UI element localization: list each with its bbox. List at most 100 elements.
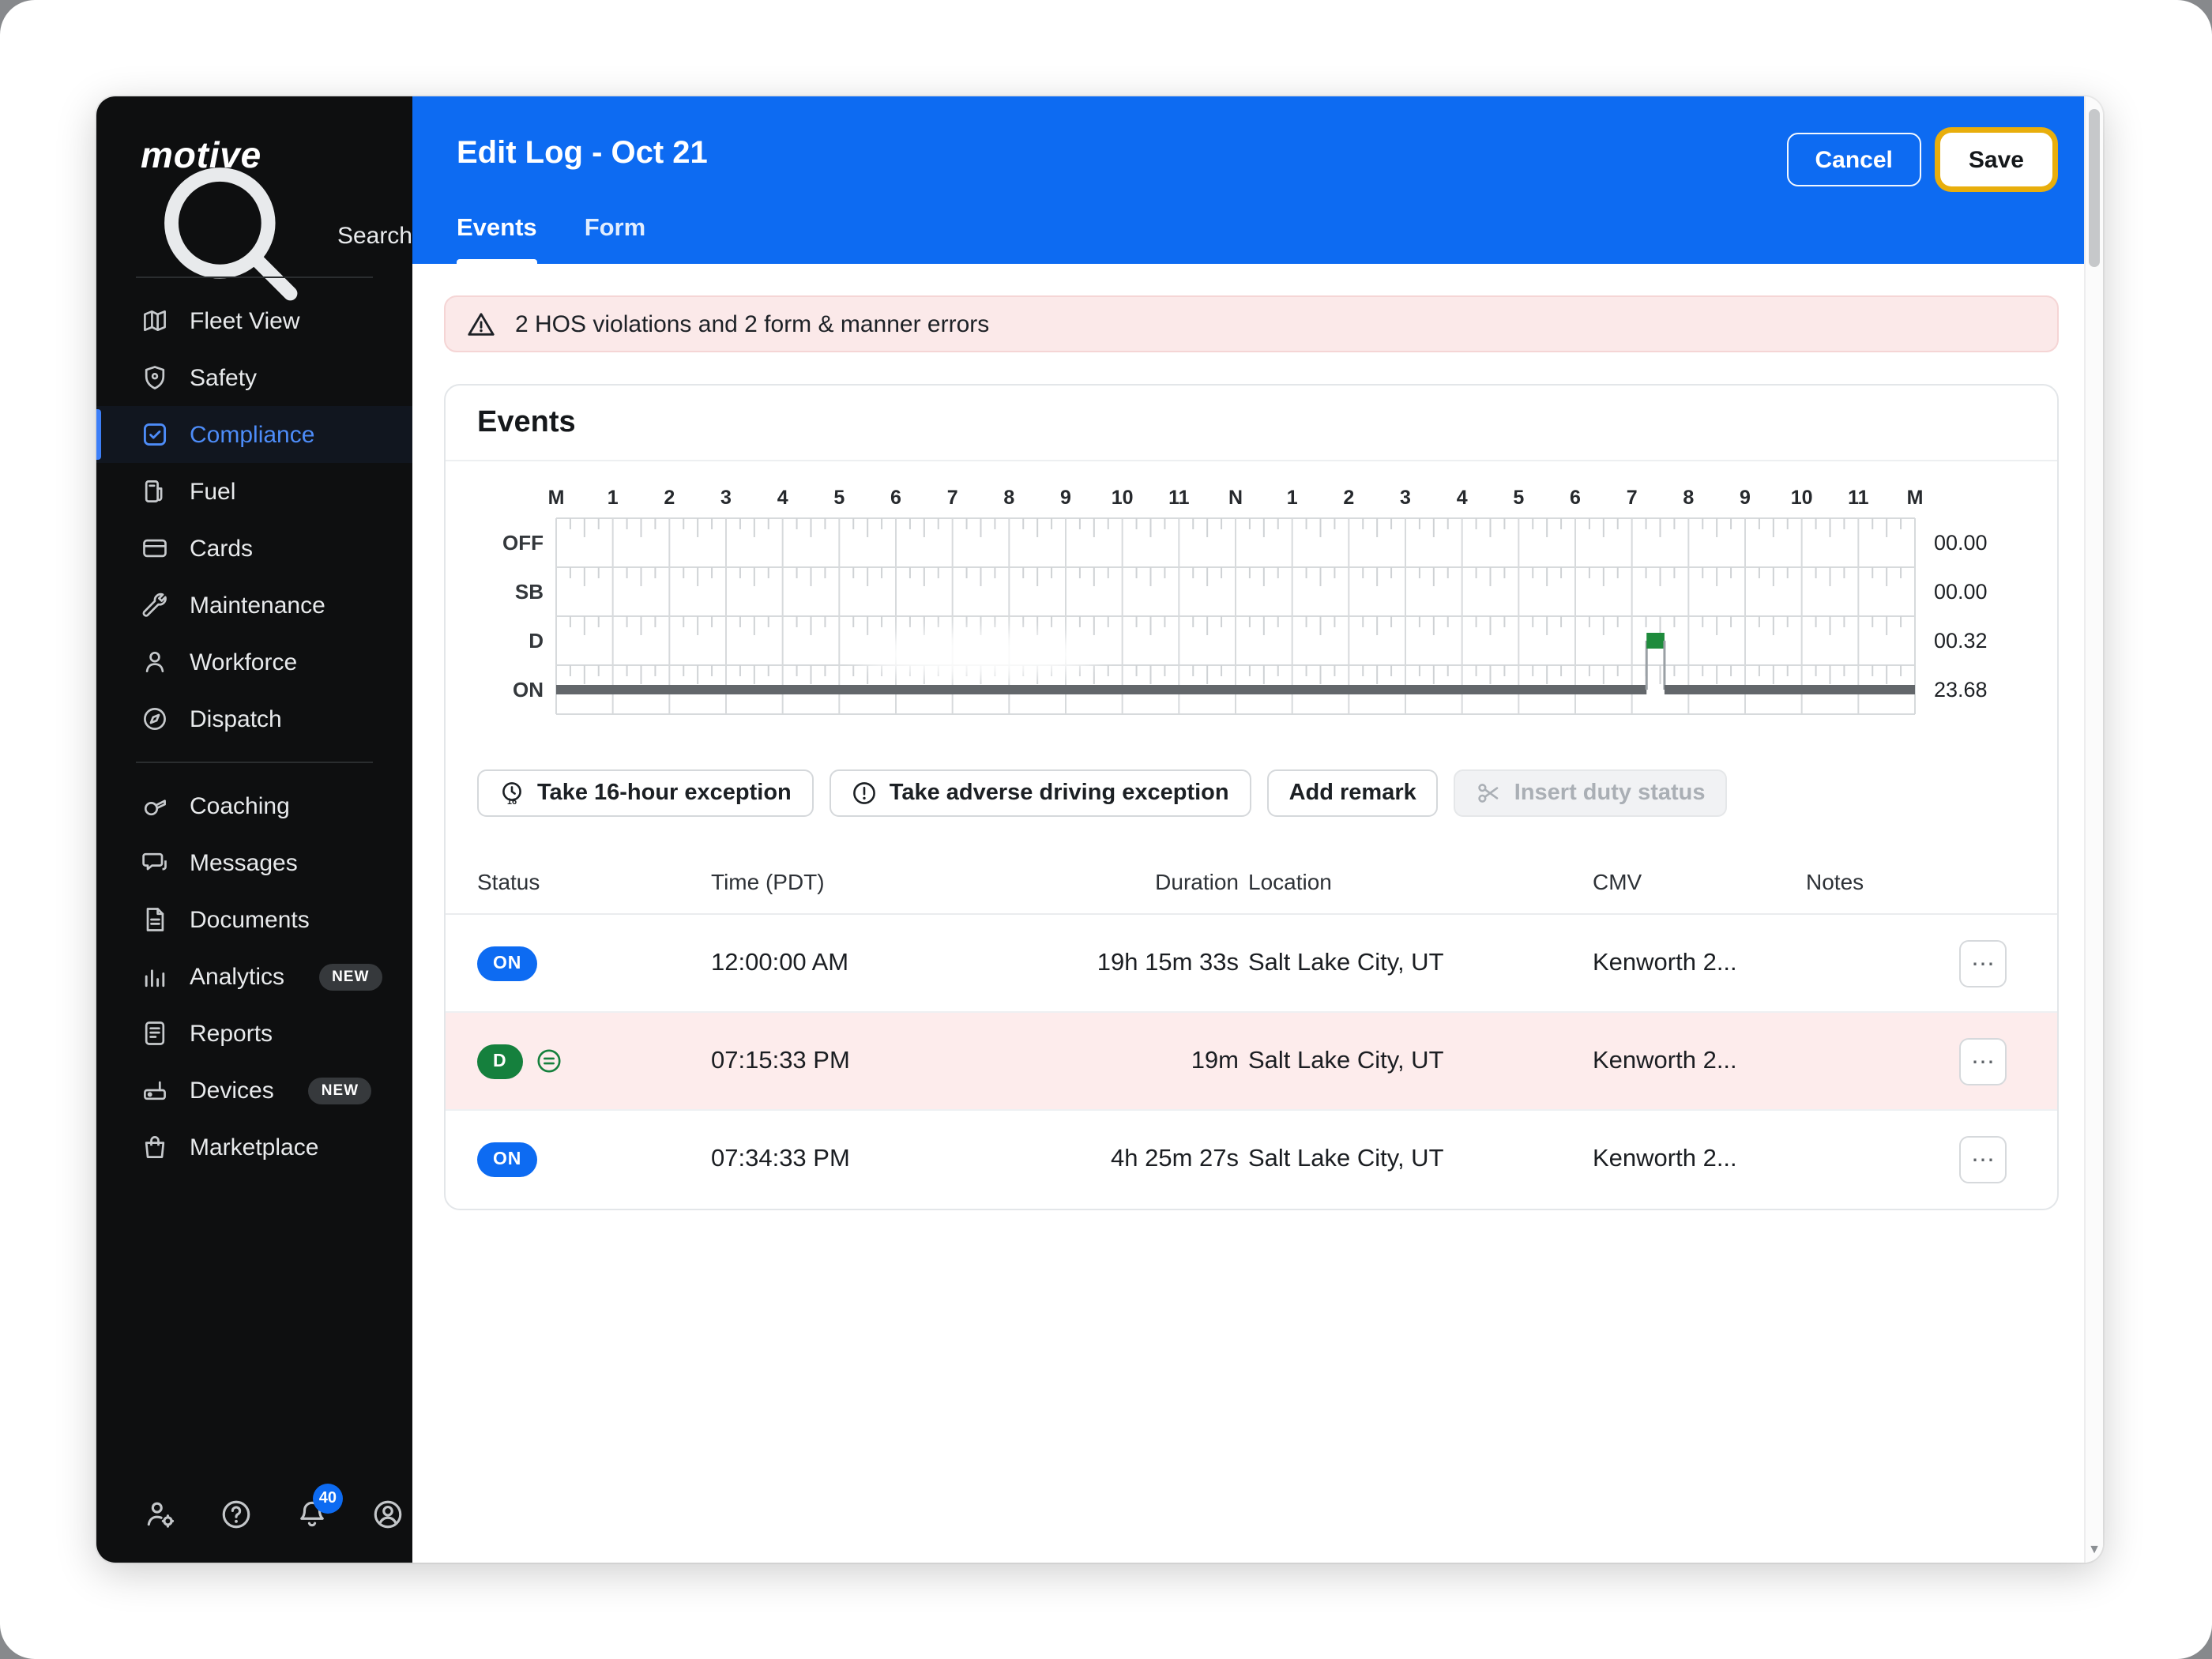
report-icon (141, 1019, 169, 1048)
sidebar-item-dispatch[interactable]: Dispatch (96, 690, 412, 747)
sidebar-item-cards[interactable]: Cards (96, 520, 412, 577)
svg-text:9: 9 (1740, 487, 1751, 509)
notifications-bell-icon[interactable]: 40 (295, 1484, 343, 1531)
sidebar: motive Search Fleet View Safety Complian… (96, 96, 412, 1563)
take-adverse-driving-exception-button[interactable]: Take adverse driving exception (829, 769, 1251, 817)
add-remark-button[interactable]: Add remark (1266, 769, 1439, 817)
wrench-icon (141, 591, 169, 619)
help-icon[interactable] (220, 1498, 253, 1531)
device-icon (141, 1076, 169, 1104)
sidebar-item-analytics[interactable]: Analytics NEW (96, 948, 412, 1005)
tab-events[interactable]: Events (457, 215, 537, 264)
location-cell: Salt Lake City, UT (1248, 949, 1444, 976)
svg-text:OFF: OFF (502, 531, 544, 555)
svg-text:9: 9 (1060, 487, 1071, 509)
clock-16-icon: 16 (499, 781, 525, 806)
document-icon (141, 905, 169, 934)
column-header-notes: Notes (1806, 868, 1864, 893)
admin-user-icon[interactable] (144, 1498, 177, 1531)
svg-text:1: 1 (608, 487, 619, 509)
sidebar-item-label: Fleet View (190, 307, 300, 334)
button-label: Take 16-hour exception (537, 781, 792, 806)
svg-text:3: 3 (720, 487, 732, 509)
duration-cell: 19m (1191, 1047, 1239, 1074)
app-window: motive Search Fleet View Safety Complian… (96, 96, 2103, 1563)
log-actions-row: 16 Take 16-hour exception Take adverse d… (446, 741, 2057, 848)
chat-bubbles-icon (141, 848, 169, 877)
sidebar-item-documents[interactable]: Documents (96, 891, 412, 948)
sidebar-item-safety[interactable]: Safety (96, 349, 412, 406)
sidebar-item-marketplace[interactable]: Marketplace (96, 1119, 412, 1176)
sidebar-item-workforce[interactable]: Workforce (96, 634, 412, 690)
svg-text:ON: ON (513, 678, 544, 702)
tab-form[interactable]: Form (585, 215, 646, 264)
save-button[interactable]: Save (1939, 133, 2052, 186)
scroll-down-arrow-icon[interactable]: ▼ (2086, 1542, 2103, 1556)
sidebar-item-label: Marketplace (190, 1134, 319, 1161)
profile-icon[interactable] (371, 1498, 404, 1531)
table-row: ON 12:00:00 AM 19h 15m 33s Salt Lake Cit… (446, 915, 2057, 1013)
sidebar-item-coaching[interactable]: Coaching (96, 777, 412, 834)
alert-circle-icon (852, 781, 877, 806)
svg-text:5: 5 (833, 487, 845, 509)
sidebar-item-label: Documents (190, 906, 310, 933)
notification-count-badge: 40 (312, 1484, 343, 1514)
row-menu-button[interactable]: ⋯ (1959, 1136, 2007, 1183)
sidebar-item-label: Messages (190, 849, 298, 876)
sidebar-item-label: Devices (190, 1077, 274, 1104)
svg-text:N: N (1228, 487, 1243, 509)
sidebar-item-reports[interactable]: Reports (96, 1005, 412, 1062)
window-scrollbar[interactable]: ▼ (2084, 96, 2103, 1563)
cancel-button[interactable]: Cancel (1786, 133, 1921, 186)
screenshot-canvas: motive Search Fleet View Safety Complian… (0, 0, 2212, 1659)
sidebar-item-label: Workforce (190, 649, 298, 675)
sidebar-item-fuel[interactable]: Fuel (96, 463, 412, 520)
svg-text:1: 1 (1287, 487, 1298, 509)
sidebar-item-devices[interactable]: Devices NEW (96, 1062, 412, 1119)
sidebar-item-fleet-view[interactable]: Fleet View (96, 292, 412, 349)
status-badge: ON (477, 946, 538, 980)
sidebar-item-label: Dispatch (190, 705, 282, 732)
time-cell: 07:15:33 PM (711, 1047, 850, 1074)
sidebar-item-maintenance[interactable]: Maintenance (96, 577, 412, 634)
status-badge: ON (477, 1142, 538, 1177)
cmv-cell: Kenworth 2... (1593, 1047, 1737, 1074)
auto-duty-icon (535, 1048, 562, 1074)
sidebar-item-messages[interactable]: Messages (96, 834, 412, 891)
hos-chart-wrap: M 1 2 3 4 5 6 7 8 9 10 11 N 1 2 3 4 5 6 7 8 9 10 11 M OFF SB D ON 00.… (446, 461, 2057, 741)
bar-chart-icon (141, 962, 169, 991)
button-label: Take adverse driving exception (889, 781, 1229, 806)
sidebar-item-compliance[interactable]: Compliance (96, 406, 412, 463)
table-row: ON 07:34:33 PM 4h 25m 27s Salt Lake City… (446, 1111, 2057, 1209)
take-16-hour-exception-button[interactable]: 16 Take 16-hour exception (477, 769, 814, 817)
cmv-cell: Kenworth 2... (1593, 949, 1737, 976)
svg-text:10: 10 (1112, 487, 1134, 509)
sidebar-divider (136, 762, 373, 763)
sidebar-item-label: Cards (190, 535, 254, 562)
violations-alert-banner: 2 HOS violations and 2 form & manner err… (444, 295, 2059, 352)
svg-text:4: 4 (777, 487, 788, 509)
svg-text:11: 11 (1848, 487, 1869, 509)
svg-text:3: 3 (1400, 487, 1411, 509)
sidebar-item-label: Safety (190, 364, 258, 391)
button-label: Insert duty status (1514, 781, 1706, 806)
warning-triangle-icon (466, 309, 496, 339)
svg-text:M: M (548, 487, 565, 509)
sidebar-item-label: Coaching (190, 792, 290, 819)
search-label: Search (337, 222, 412, 249)
compliance-icon (141, 420, 169, 449)
scissors-icon (1477, 781, 1502, 806)
duration-cell: 19h 15m 33s (1097, 949, 1239, 976)
new-badge: NEW (319, 963, 382, 990)
scrollbar-thumb[interactable] (2089, 109, 2100, 267)
table-row-violation: D 07:15:33 PM 19m Salt Lake City, UT Ken… (446, 1013, 2057, 1111)
cmv-cell: Kenworth 2... (1593, 1146, 1737, 1172)
events-card-title: Events (446, 386, 2057, 461)
row-menu-button[interactable]: ⋯ (1959, 939, 2007, 987)
column-header-cmv: CMV (1593, 868, 1642, 893)
column-header-status: Status (477, 868, 540, 893)
sidebar-search[interactable]: Search (96, 167, 412, 301)
duration-cell: 4h 25m 27s (1111, 1146, 1239, 1172)
row-menu-button[interactable]: ⋯ (1959, 1037, 2007, 1085)
time-cell: 07:34:33 PM (711, 1146, 850, 1172)
